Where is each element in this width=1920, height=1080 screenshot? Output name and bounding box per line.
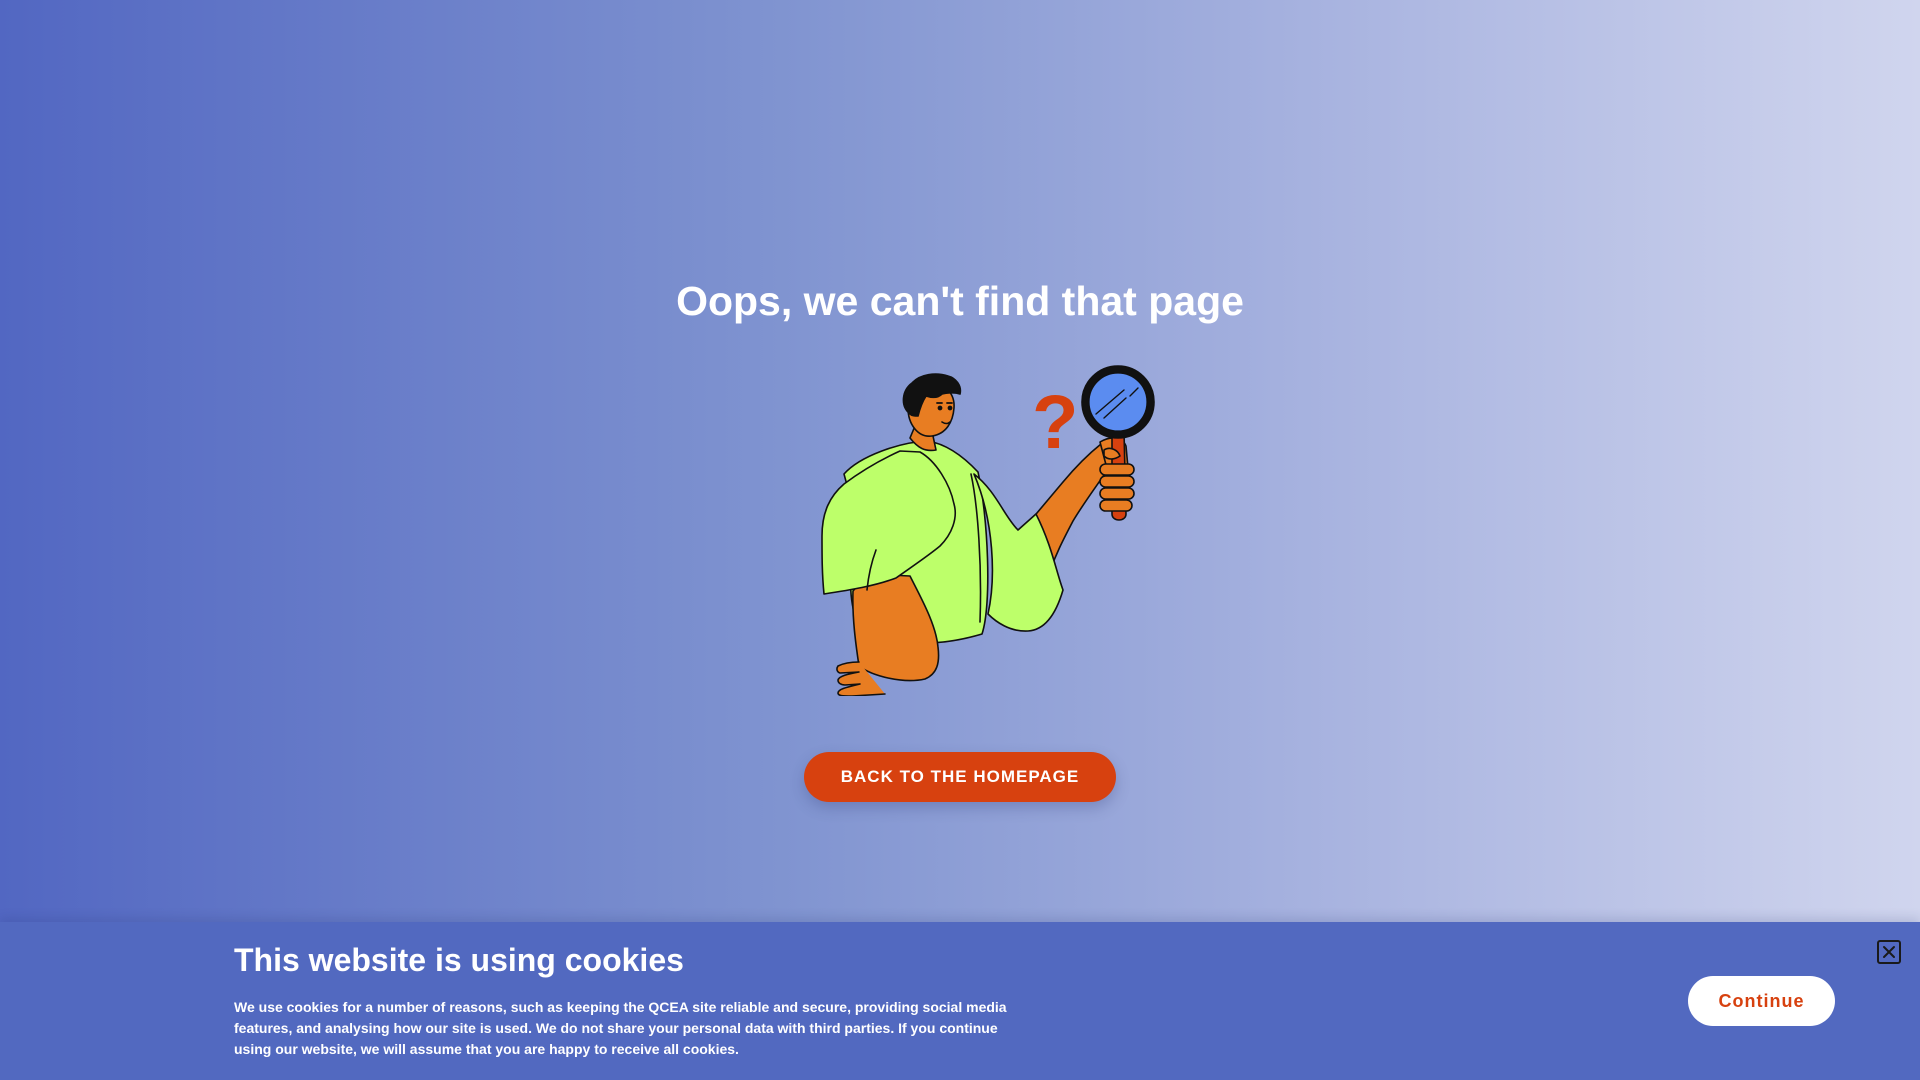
page-title: Oops, we can't find that page <box>676 278 1244 324</box>
continue-button[interactable]: Continue <box>1688 976 1835 1026</box>
close-icon <box>1883 946 1895 958</box>
back-to-homepage-button[interactable]: BACK TO THE HOMEPAGE <box>804 752 1116 802</box>
svg-text:?: ? <box>1032 380 1078 465</box>
cookie-banner-title: This website is using cookies <box>234 942 684 978</box>
error-page-main: Oops, we can't find that page ? BACK TO … <box>0 0 1920 922</box>
person-with-magnifying-glass-icon: ? <box>821 365 1155 696</box>
cookie-banner-text: We use cookies for a number of reasons, … <box>234 999 1007 1057</box>
cookie-banner: This website is using cookies We use coo… <box>0 922 1920 1080</box>
close-button[interactable] <box>1877 940 1901 964</box>
